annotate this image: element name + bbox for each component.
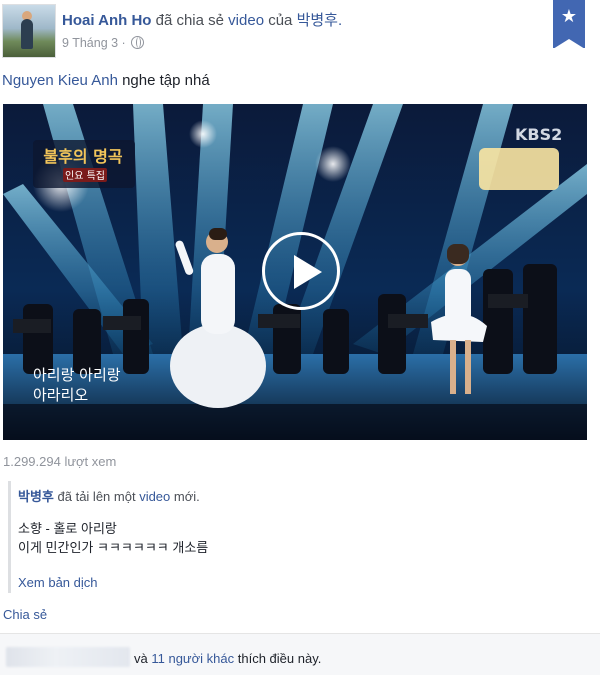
upload-text: đã tải lên một [57, 489, 136, 504]
post-message: Nguyen Kieu Anh nghe tập nhá [2, 72, 210, 89]
attachment-header: 박병후 đã tải lên một video mới. [18, 486, 200, 505]
play-icon[interactable] [262, 232, 340, 310]
blurred-names [6, 647, 130, 667]
post-title-line: Hoai Anh Ho đã chia sẻ video của 박병후. [62, 9, 342, 30]
caption-line-1: 아리랑 아리랑 [33, 366, 121, 384]
bookmark-ribbon[interactable]: ★ [553, 0, 585, 49]
show-subtitle: 인요 특집 [65, 170, 105, 182]
likes-suffix: thích điều này. [237, 651, 322, 666]
uploader-link[interactable]: 박병후 [18, 489, 54, 504]
likes-summary: và 11 người khác thích điều này. [134, 651, 321, 666]
likes-prefix: và [134, 651, 148, 666]
new-text: mới. [173, 489, 200, 504]
post-message-text: nghe tập nhá [122, 72, 210, 89]
globe-icon[interactable] [131, 36, 145, 49]
post-date[interactable]: 9 Tháng 3 · [62, 36, 126, 50]
view-count: 1.299.294 lượt xem [3, 454, 117, 469]
share-link[interactable]: Chia sẻ [3, 607, 47, 622]
post-meta: 9 Tháng 3 · [62, 36, 145, 50]
channel-logo: KBS2 [515, 125, 562, 144]
caption-line-2: 아라리오 [33, 386, 88, 404]
likes-bar: và 11 người khác thích điều này. [0, 633, 600, 675]
original-author-link[interactable]: 박병후. [297, 12, 343, 29]
description-line-2: 이게 민간인가 ㅋㅋㅋㅋㅋㅋ 개소름 [18, 540, 209, 555]
author-name[interactable]: Hoai Anh Ho [62, 12, 151, 29]
see-translation-link[interactable]: Xem bản dịch [18, 575, 98, 590]
show-title: 불후의 명곡 [43, 147, 122, 166]
others-link[interactable]: 11 người khác [151, 651, 234, 666]
video-link[interactable]: video [228, 12, 264, 29]
action-text: đã chia sẻ [155, 12, 224, 29]
tagged-user-link[interactable]: Nguyen Kieu Anh [2, 72, 118, 89]
star-icon: ★ [560, 6, 578, 26]
shared-attachment: 박병후 đã tải lên một video mới. 소향 - 홀로 아리… [8, 481, 571, 593]
avatar-body [21, 19, 33, 49]
of-text: của [268, 12, 293, 29]
attachment-video-link[interactable]: video [139, 489, 170, 504]
avatar[interactable] [2, 4, 56, 58]
video-player[interactable]: 불후의 명곡 인요 특집 KBS2 아리랑 아리랑 아라리오 [3, 104, 587, 440]
post-header: Hoai Anh Ho đã chia sẻ video của 박병후. 9 … [0, 0, 600, 60]
attachment-description: 소향 - 홀로 아리랑 이게 민간인가 ㅋㅋㅋㅋㅋㅋ 개소름 [18, 519, 208, 557]
description-line-1: 소향 - 홀로 아리랑 [18, 521, 117, 536]
